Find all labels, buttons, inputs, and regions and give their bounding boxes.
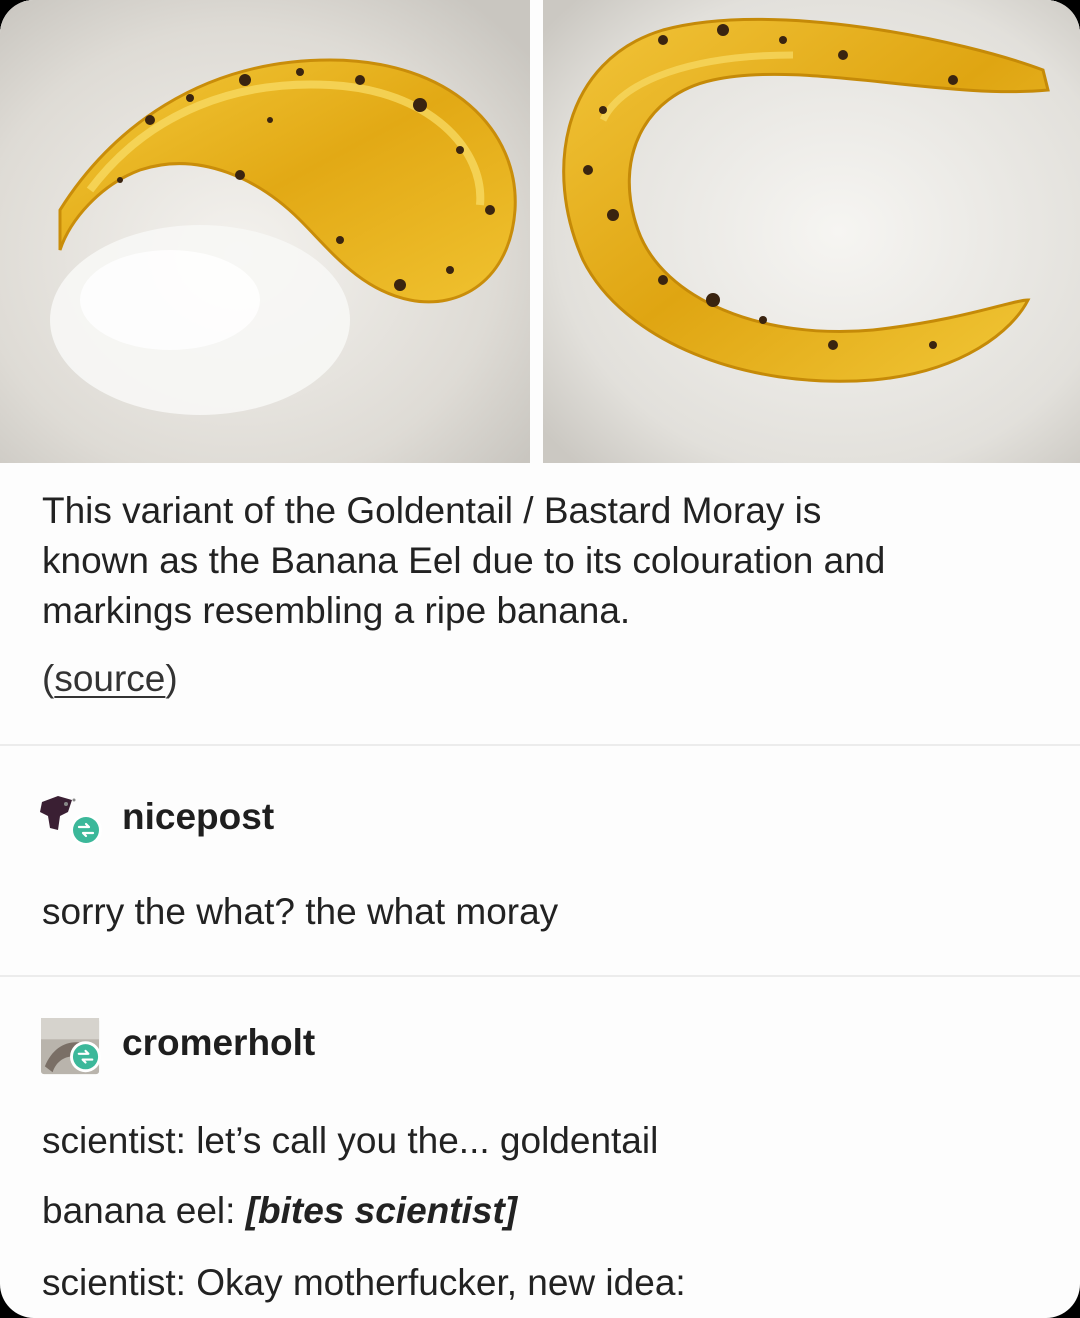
divider bbox=[0, 744, 1080, 746]
reblog-text-nicepost: sorry the what? the what moray bbox=[42, 891, 559, 932]
divider bbox=[0, 975, 1080, 977]
reblog-text-line: banana eel: [bites scientist] bbox=[42, 1190, 518, 1231]
eel-photo-right[interactable] bbox=[543, 0, 1080, 463]
yellow-eel-photo-icon bbox=[543, 0, 1080, 463]
username-cromerholt[interactable]: cromerholt bbox=[122, 1022, 315, 1064]
action-text: [bites scientist] bbox=[245, 1190, 518, 1231]
reblog-text-line: scientist: let’s call you the... goldent… bbox=[42, 1120, 659, 1161]
caption-line: This variant of the Goldentail / Bastard… bbox=[42, 490, 822, 531]
reblog-header-nicepost: nicepost bbox=[38, 792, 638, 852]
photo-row bbox=[0, 0, 1080, 465]
reblog-header-cromerholt: cromerholt bbox=[38, 1018, 638, 1078]
source-link-label[interactable]: source bbox=[54, 658, 165, 699]
tumblr-post-screenshot: This variant of the Goldentail / Bastard… bbox=[0, 0, 1080, 1318]
caption-line: known as the Banana Eel due to its colou… bbox=[42, 540, 886, 581]
eel-photo-left[interactable] bbox=[0, 0, 530, 463]
nicepost-avatar-icon[interactable] bbox=[38, 792, 104, 852]
cromerholt-avatar-icon[interactable] bbox=[38, 1018, 104, 1078]
reblog-text-line: scientist: Okay motherfucker, new idea: bbox=[42, 1262, 686, 1303]
yellow-eel-photo-icon bbox=[0, 0, 530, 463]
post-caption: This variant of the Goldentail / Bastard… bbox=[42, 486, 1042, 636]
caption-line: markings resembling a ripe banana. bbox=[42, 590, 631, 631]
source-link[interactable]: (source) bbox=[42, 658, 178, 700]
username-nicepost[interactable]: nicepost bbox=[122, 796, 274, 838]
